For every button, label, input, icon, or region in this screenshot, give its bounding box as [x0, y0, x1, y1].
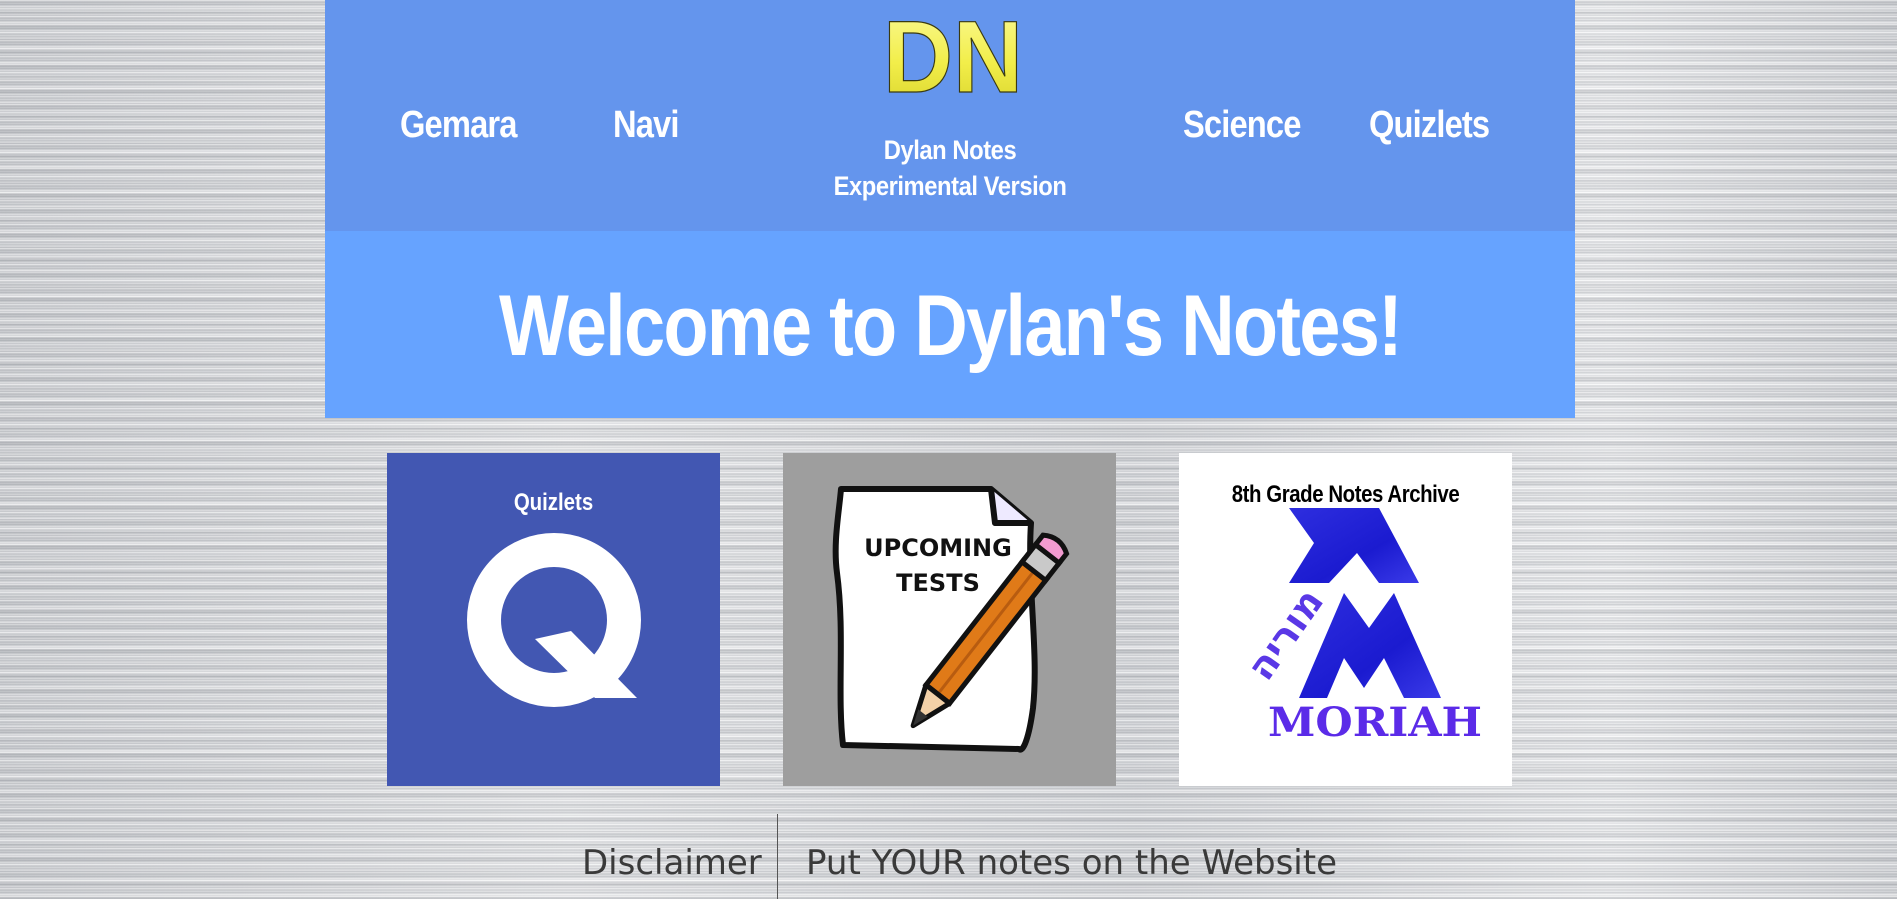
quizlets-tile[interactable]: Quizlets [387, 453, 720, 786]
moriah-logo: מוריה MORIAH [1238, 508, 1482, 746]
tests-image-line-2: TESTS [896, 569, 980, 597]
nav-link-gemara[interactable]: Gemara [400, 104, 517, 147]
nav-link-navi[interactable]: Navi [613, 104, 679, 147]
nav-link-quizlets[interactable]: Quizlets [1369, 104, 1490, 147]
footer-divider [777, 814, 778, 899]
brand-line-1: Dylan Notes [883, 135, 1017, 165]
moriah-word: MORIAH [1268, 699, 1482, 746]
welcome-title: Welcome to Dylan's Notes! [498, 278, 1403, 374]
footer-links: Disclaimer Put YOUR notes on the Website [0, 813, 1897, 899]
put-your-notes-link[interactable]: Put YOUR notes on the Website [806, 843, 1337, 883]
brand-line-2: Experimental Version [833, 171, 1067, 201]
site-brand: Dylan Notes Experimental Version [795, 132, 1105, 204]
welcome-banner: Welcome to Dylan's Notes! [325, 231, 1575, 418]
upcoming-tests-tile[interactable]: UPCOMING TESTS [783, 453, 1116, 786]
logo-text: DN [883, 14, 1023, 98]
disclaimer-link[interactable]: Disclaimer [582, 843, 762, 883]
notes-archive-tile[interactable]: 8th Grade Notes Archive מוריה MORIAH [1179, 453, 1512, 786]
dn-logo[interactable]: DN [880, 14, 1026, 98]
paper-pencil-icon: UPCOMING TESTS [783, 453, 1116, 786]
quizlet-q-icon [467, 533, 641, 707]
nav-link-science[interactable]: Science [1183, 104, 1301, 147]
site-header: Gemara Navi DN Dylan Notes Experimental … [325, 0, 1575, 231]
tests-image-line-1: UPCOMING [864, 534, 1012, 562]
